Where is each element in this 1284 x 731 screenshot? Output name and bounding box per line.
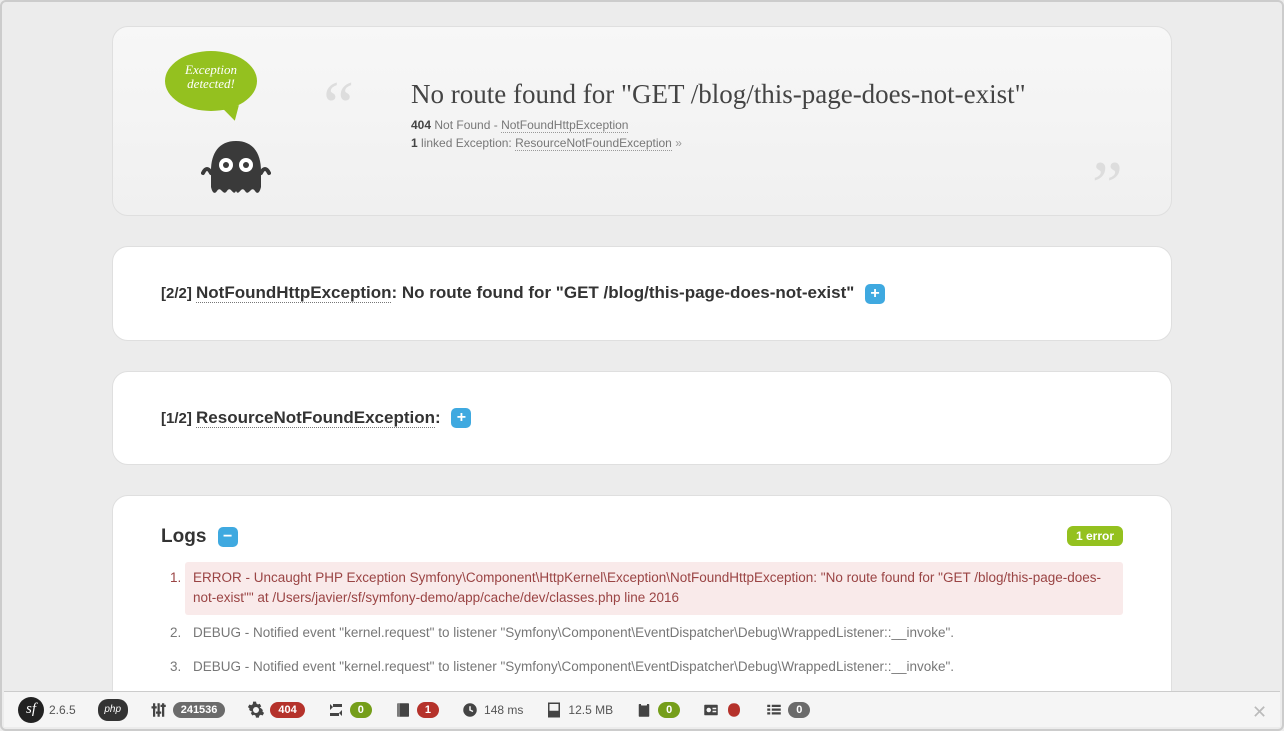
toolbar-time[interactable]: 148 ms bbox=[457, 696, 527, 724]
symfony-logo-icon: sf bbox=[18, 697, 44, 723]
exception-header-panel: Exception detected! “ ” No route found f… bbox=[112, 26, 1172, 216]
error-count-badge: 1 error bbox=[1067, 526, 1123, 546]
log-count-badge: 1 bbox=[417, 702, 439, 718]
quote-open-icon: “ bbox=[323, 67, 354, 147]
speech-bubble: Exception detected! bbox=[165, 51, 257, 111]
php-logo-icon: php bbox=[98, 699, 128, 721]
expand-button[interactable]: + bbox=[865, 284, 885, 304]
log-item: DEBUG - Notified event "kernel.request" … bbox=[185, 617, 1123, 649]
toolbar-request-status[interactable]: 404 bbox=[243, 696, 308, 724]
ajax-count-badge: 0 bbox=[350, 702, 372, 718]
log-list: ERROR - Uncaught PHP Exception Symfony\C… bbox=[185, 562, 1123, 683]
linked-label: linked Exception: bbox=[421, 136, 515, 150]
log-item-error: ERROR - Uncaught PHP Exception Symfony\C… bbox=[185, 562, 1123, 615]
exception-title: No route found for "GET /blog/this-page-… bbox=[411, 79, 1123, 110]
ghost-icon bbox=[201, 135, 271, 201]
list-icon bbox=[765, 701, 783, 719]
forms-count-badge: 0 bbox=[658, 702, 680, 718]
book-icon bbox=[394, 701, 412, 719]
exception-message: : bbox=[435, 408, 445, 427]
quote-close-icon: ” bbox=[1092, 147, 1123, 227]
time-label: 148 ms bbox=[484, 703, 523, 717]
version-label: 2.6.5 bbox=[49, 703, 76, 717]
exception-block-2-of-2: [2/2] NotFoundHttpException: No route fo… bbox=[112, 246, 1172, 341]
status-text: Not Found - bbox=[434, 118, 501, 132]
bubble-line1: Exception bbox=[185, 62, 237, 77]
status-exception-link[interactable]: NotFoundHttpException bbox=[501, 118, 628, 133]
ajax-icon bbox=[327, 701, 345, 719]
toolbar-forms[interactable]: 0 bbox=[631, 696, 684, 724]
toolbar-database[interactable]: 0 bbox=[761, 696, 814, 724]
close-toolbar-button[interactable]: ✕ bbox=[1252, 702, 1268, 718]
exception-index: [2/2] bbox=[161, 285, 196, 302]
bubble-line2: detected! bbox=[187, 76, 235, 91]
toolbar-memory[interactable]: 12.5 MB bbox=[541, 696, 617, 724]
anon-icon bbox=[725, 701, 743, 719]
toolbar-symfony-version[interactable]: sf 2.6.5 bbox=[14, 696, 80, 724]
settings-icon bbox=[150, 701, 168, 719]
exception-message: : No route found for "GET /blog/this-pag… bbox=[391, 283, 859, 302]
toolbar-logs[interactable]: 1 bbox=[390, 696, 443, 724]
toolbar-config[interactable]: 241536 bbox=[146, 696, 230, 724]
logs-title: Logs bbox=[161, 526, 212, 547]
linked-exception-link[interactable]: ResourceNotFoundException bbox=[515, 136, 672, 151]
memory-icon bbox=[545, 701, 563, 719]
toolbar-security[interactable] bbox=[698, 696, 747, 724]
toolbar-ajax[interactable]: 0 bbox=[323, 696, 376, 724]
arrow-icon: » bbox=[675, 136, 682, 150]
status-code: 404 bbox=[411, 118, 431, 132]
token-badge: 241536 bbox=[173, 702, 226, 718]
exception-block-1-of-2: [1/2] ResourceNotFoundException: + bbox=[112, 371, 1172, 466]
expand-button[interactable]: + bbox=[451, 408, 471, 428]
clock-icon bbox=[461, 701, 479, 719]
log-item: DEBUG - Notified event "kernel.request" … bbox=[185, 651, 1123, 683]
linked-count: 1 bbox=[411, 136, 418, 150]
clipboard-icon bbox=[635, 701, 653, 719]
exception-name-link[interactable]: NotFoundHttpException bbox=[196, 283, 391, 303]
gear-icon bbox=[247, 701, 265, 719]
ghost-illustration: Exception detected! bbox=[161, 51, 281, 201]
debug-toolbar: sf 2.6.5 php 241536 404 0 1 148 ms bbox=[4, 691, 1280, 727]
status-badge: 404 bbox=[270, 702, 304, 718]
toolbar-php[interactable]: php bbox=[94, 696, 132, 724]
logs-panel: Logs − 1 error ERROR - Uncaught PHP Exce… bbox=[112, 495, 1172, 706]
memory-label: 12.5 MB bbox=[568, 703, 613, 717]
collapse-button[interactable]: − bbox=[218, 527, 238, 547]
exception-name-link[interactable]: ResourceNotFoundException bbox=[196, 408, 435, 428]
user-icon bbox=[702, 701, 720, 719]
db-count-badge: 0 bbox=[788, 702, 810, 718]
exception-index: [1/2] bbox=[161, 410, 196, 427]
